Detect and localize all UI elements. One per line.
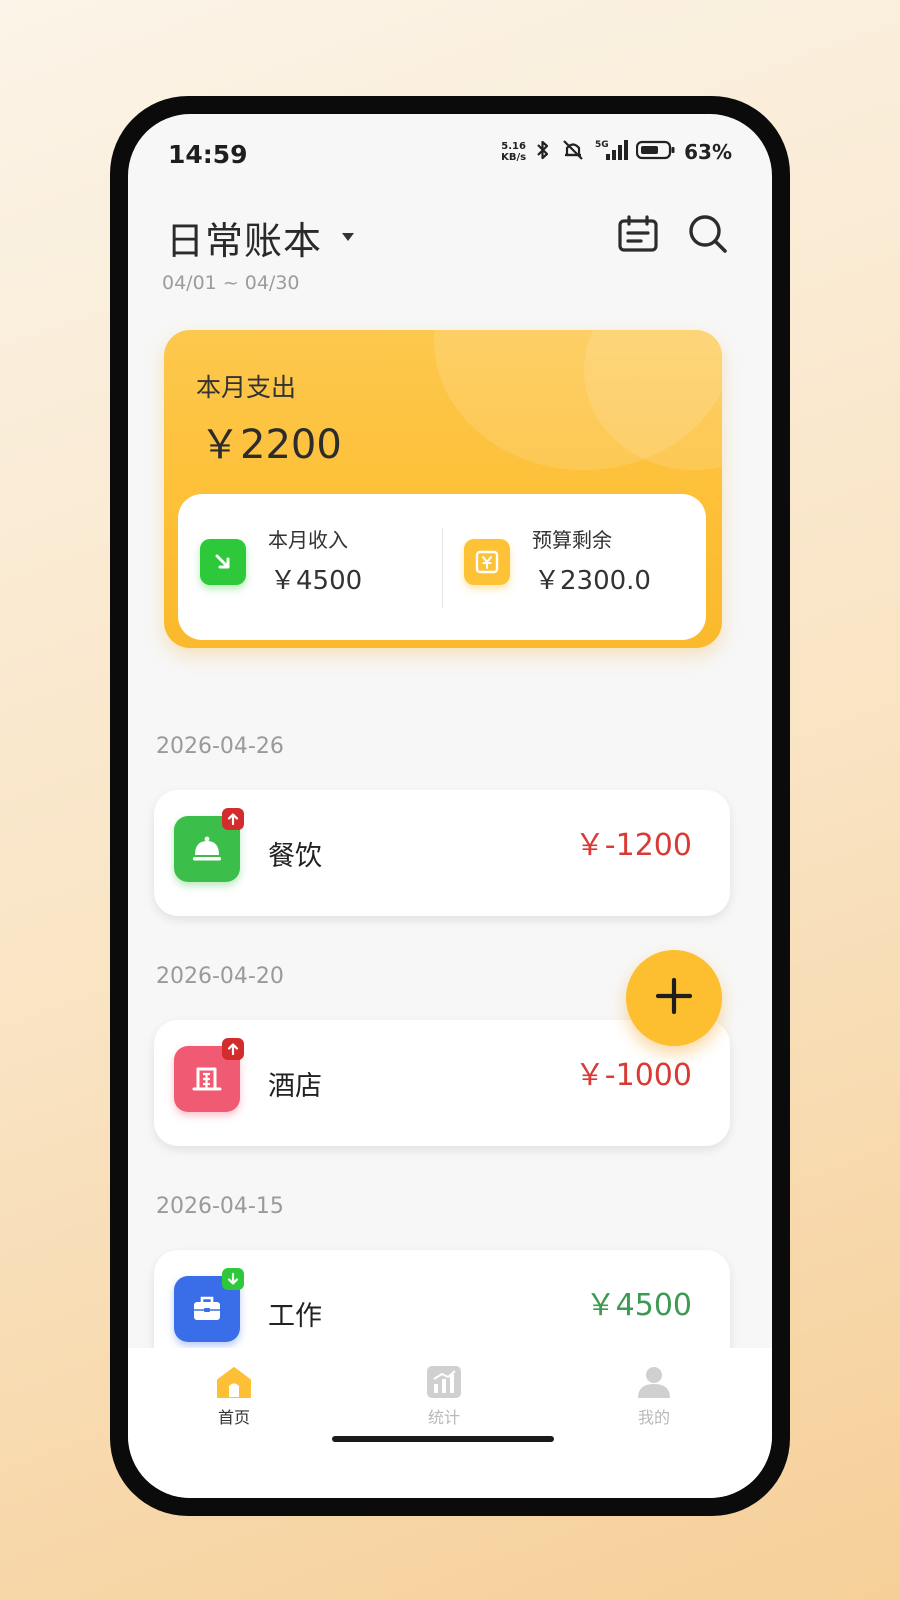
transaction-category: 酒店 (268, 1071, 322, 1102)
transaction-item[interactable]: 餐饮 ￥-1200 (154, 790, 730, 916)
app-screen: 14:59 5.16 KB/s 5G 63% 日常账本 04/01 ~ 04/3… (128, 114, 772, 1498)
income-arrow-icon (200, 539, 246, 585)
battery-percent: 63% (684, 140, 732, 164)
user-icon (634, 1364, 674, 1400)
transaction-date: 2026-04-15 (156, 1194, 284, 1219)
transaction-amount: ￥-1000 (574, 1058, 692, 1093)
plus-icon (654, 976, 694, 1020)
monthly-expense-label: 本月支出 (196, 373, 297, 402)
status-time: 14:59 (168, 140, 248, 169)
budget-remaining-value: ￥2300.0 (534, 566, 651, 596)
income-label: 本月收入 (268, 528, 348, 552)
tab-profile[interactable]: 我的 (594, 1364, 714, 1428)
calendar-icon (617, 214, 659, 258)
network-speed-unit: KB/s (501, 152, 527, 163)
transaction-date: 2026-04-26 (156, 734, 284, 759)
ledger-title[interactable]: 日常账本 (166, 210, 322, 265)
tab-stats[interactable]: 统计 (384, 1364, 504, 1428)
summary-detail-panel: 本月收入 ￥4500 预算剩余 ￥2300.0 (178, 494, 706, 640)
transaction-amount: ￥-1200 (574, 828, 692, 863)
status-bar: 14:59 5.16 KB/s 5G 63% (128, 114, 772, 204)
transaction-category: 餐饮 (268, 841, 322, 872)
transaction-item[interactable]: 酒店 ￥-1000 (154, 1020, 730, 1146)
status-icons: 5.16 KB/s 5G 63% (501, 138, 732, 166)
transaction-category: 工作 (268, 1301, 322, 1332)
expense-badge-icon (222, 1038, 244, 1060)
monthly-summary-card: 本月支出 ￥2200 本月收入 ￥4500 预算剩余 ￥2300.0 (164, 330, 722, 648)
tab-label: 统计 (427, 1408, 460, 1427)
home-icon (214, 1364, 254, 1400)
add-record-button[interactable] (626, 950, 722, 1046)
income-summary[interactable]: 本月收入 ￥4500 (178, 494, 442, 640)
budget-yen-icon (464, 539, 510, 585)
date-range: 04/01 ~ 04/30 (162, 272, 300, 294)
signal-icon: 5G (594, 138, 629, 166)
network-speed: 5.16 KB/s (501, 141, 526, 163)
home-indicator[interactable] (332, 1436, 554, 1442)
mute-bell-icon (560, 138, 586, 166)
budget-summary[interactable]: 预算剩余 ￥2300.0 (442, 494, 706, 640)
search-icon (687, 213, 729, 259)
budget-remaining-label: 预算剩余 (532, 528, 612, 552)
monthly-expense-amount: ￥2200 (200, 422, 342, 468)
calendar-button[interactable] (612, 210, 664, 262)
stats-icon (424, 1364, 464, 1400)
tab-home[interactable]: 首页 (174, 1364, 294, 1428)
network-speed-value: 5.16 (501, 141, 526, 152)
income-value: ￥4500 (270, 566, 363, 596)
search-button[interactable] (682, 210, 734, 262)
transaction-date: 2026-04-20 (156, 964, 284, 989)
income-badge-icon (222, 1268, 244, 1290)
bluetooth-icon (534, 138, 552, 166)
expense-badge-icon (222, 808, 244, 830)
phone-frame: 14:59 5.16 KB/s 5G 63% 日常账本 04/01 ~ 04/3… (110, 96, 790, 1516)
battery-icon (636, 138, 676, 166)
bottom-tab-bar: 首页 统计 我的 (128, 1348, 772, 1498)
transaction-amount: ￥4500 (585, 1288, 692, 1323)
tab-label: 我的 (637, 1408, 670, 1427)
dropdown-caret-icon[interactable] (340, 228, 356, 247)
network-type: 5G (595, 140, 609, 150)
tab-label: 首页 (217, 1408, 250, 1427)
